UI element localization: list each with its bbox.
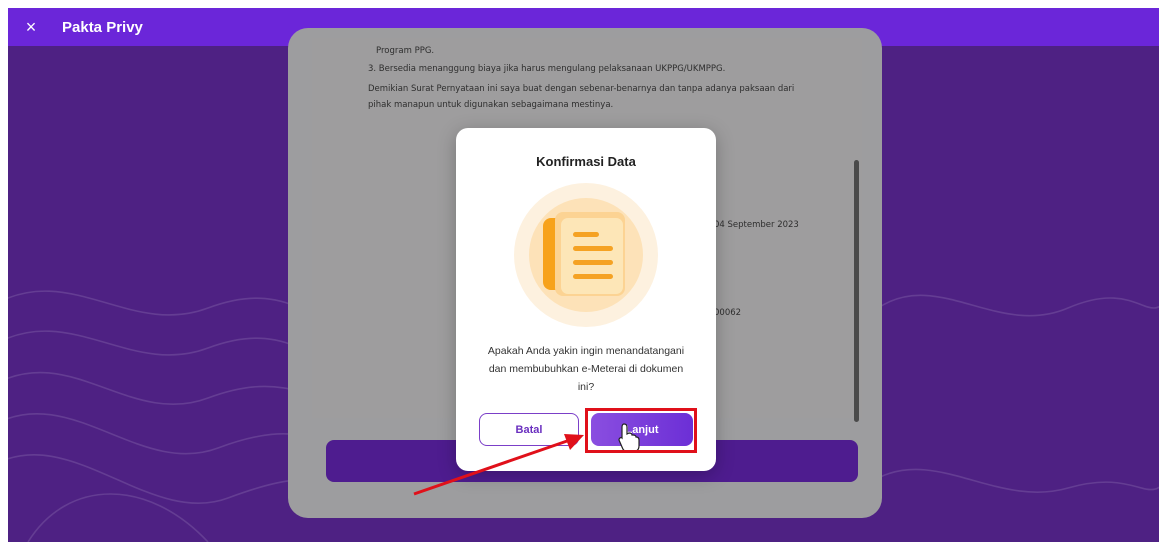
annotation-layer xyxy=(413,423,640,496)
highlight-box xyxy=(585,408,697,453)
annotation-arrow xyxy=(413,434,584,496)
app-frame: × Pakta Privy Program PPG. 3. Bersedia m… xyxy=(8,8,1159,542)
